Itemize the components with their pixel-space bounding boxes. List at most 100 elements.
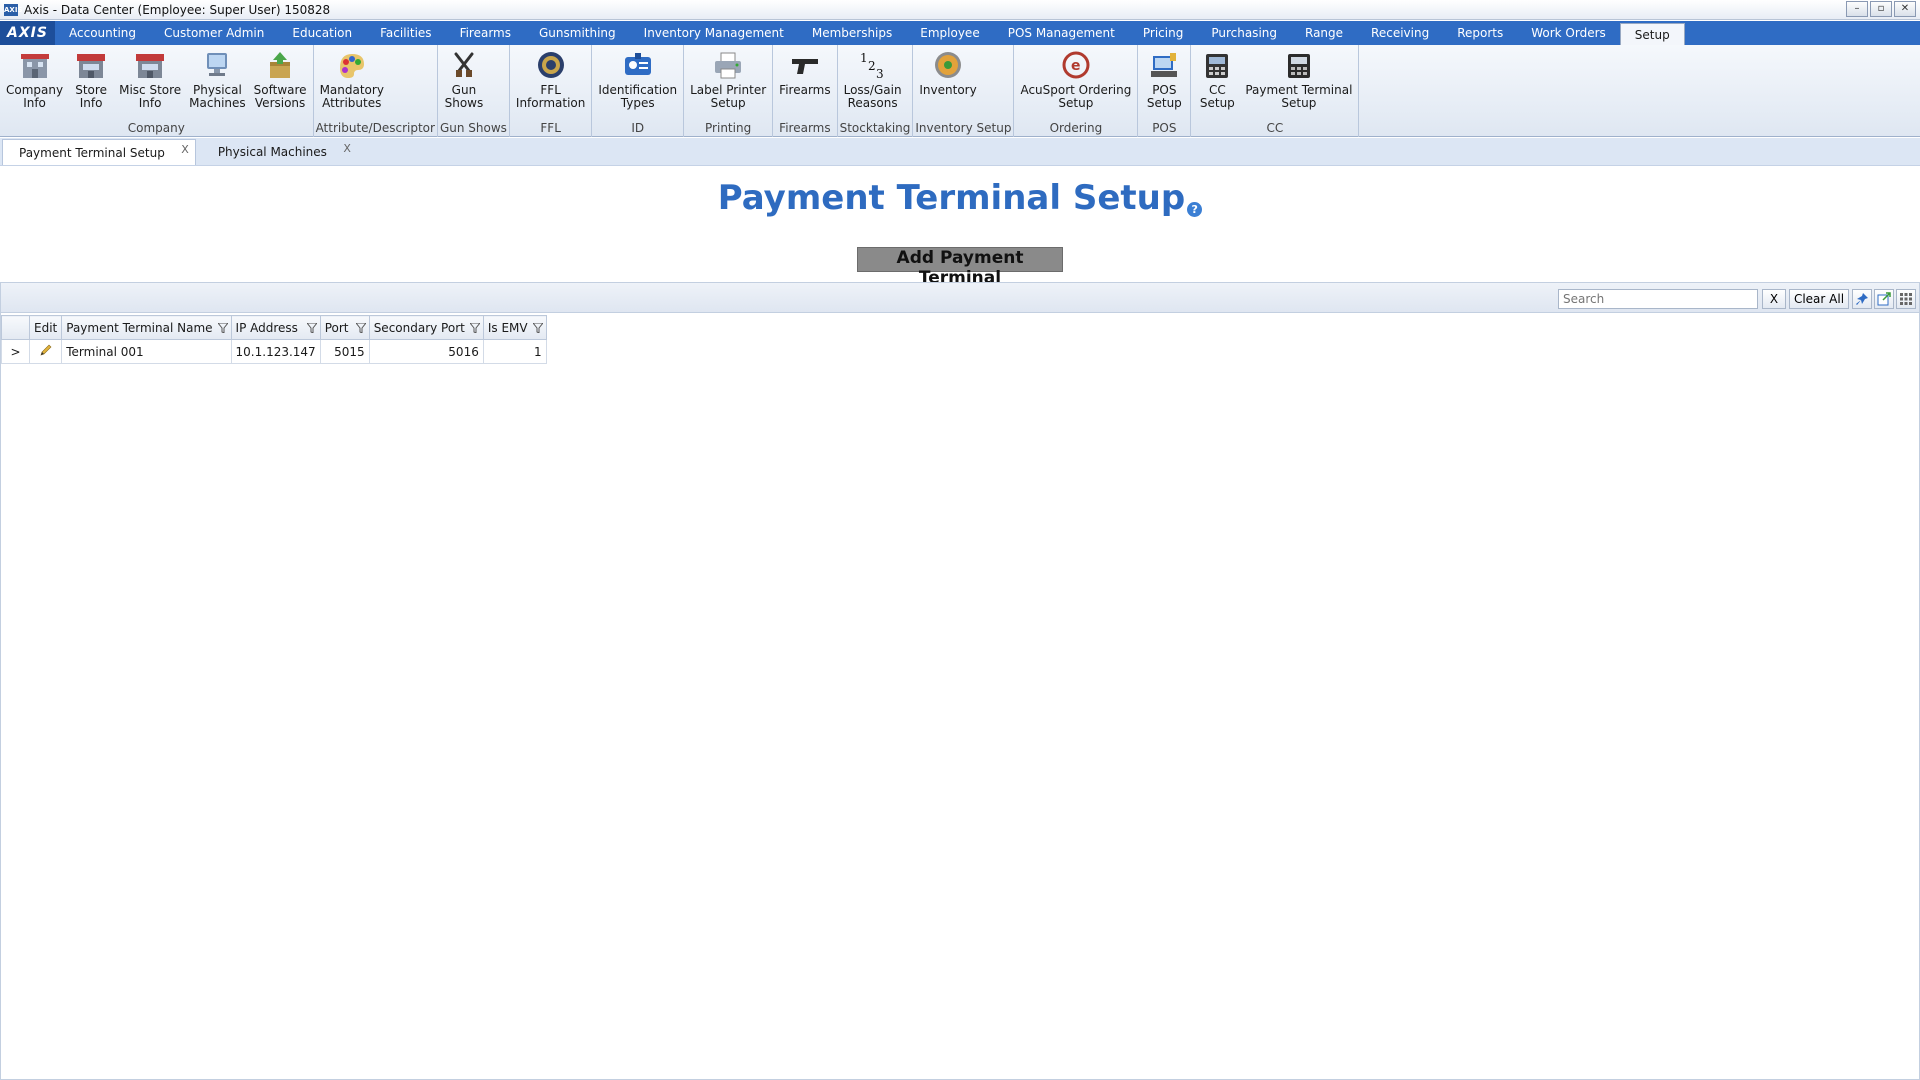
column-header-name[interactable]: Payment Terminal Name (61, 315, 232, 340)
group-label-pos: POS (1152, 121, 1177, 135)
ribbon-group-ordering: e AcuSport Ordering Setup Ordering (1014, 45, 1139, 137)
page-header: Payment Terminal Setup? (0, 178, 1920, 218)
page-title: Payment Terminal Setup (717, 178, 1186, 218)
menu-range[interactable]: Range (1291, 21, 1357, 45)
menu-education[interactable]: Education (278, 21, 366, 45)
menu-setup[interactable]: Setup (1619, 23, 1685, 45)
clear-search-button[interactable]: X (1762, 289, 1786, 309)
acusport-logo-icon: e (1059, 49, 1093, 81)
column-header-edit[interactable]: Edit (28, 315, 63, 340)
menu-facilities[interactable]: Facilities (366, 21, 445, 45)
identification-types-button[interactable]: Identification Types (594, 45, 681, 121)
menu-pricing[interactable]: Pricing (1129, 21, 1197, 45)
inventory-button[interactable]: Inventory (915, 45, 980, 121)
menu-memberships[interactable]: Memberships (798, 21, 906, 45)
ribbon-group-inventory-setup: Inventory Inventory Setup (913, 45, 1015, 137)
filter-icon[interactable] (468, 322, 481, 336)
menu-reports[interactable]: Reports (1443, 21, 1517, 45)
label-printer-setup-label: Label Printer Setup (690, 83, 767, 110)
maximize-button[interactable]: ▫ (1870, 1, 1892, 17)
group-label-firearms: Firearms (779, 121, 831, 135)
menu-firearms[interactable]: Firearms (446, 21, 525, 45)
computer-icon (200, 49, 234, 81)
edit-cell[interactable] (28, 339, 63, 364)
tab-physical-machines[interactable]: Physical Machines X (202, 139, 357, 165)
row-expander[interactable]: > (1, 339, 30, 364)
cc-setup-label: CC Setup (1199, 83, 1235, 110)
pin-icon[interactable] (1852, 289, 1872, 309)
title-bar: AXIS Axis - Data Center (Employee: Super… (0, 0, 1920, 20)
misc-store-info-button[interactable]: Misc Store Info (115, 45, 185, 121)
column-header-ip-address[interactable]: IP Address (230, 315, 321, 340)
column-header-label: Port (324, 320, 349, 335)
close-window-button[interactable]: ✕ (1894, 1, 1916, 17)
search-input[interactable] (1558, 289, 1758, 309)
menu-inventory-management[interactable]: Inventory Management (630, 21, 798, 45)
close-tab-icon[interactable]: X (181, 143, 189, 156)
filter-icon[interactable] (216, 322, 229, 336)
crossed-pistols-icon (447, 49, 481, 81)
help-icon[interactable]: ? (1187, 202, 1203, 217)
column-header-secondary-port[interactable]: Secondary Port (368, 315, 484, 340)
menu-pos-management[interactable]: POS Management (994, 21, 1129, 45)
ribbon-group-attribute: Mandatory Attributes Attribute/Descripto… (314, 45, 438, 137)
cell-is-emv: 1 (482, 339, 547, 364)
card-reader-icon (1200, 49, 1234, 81)
ribbon-group-company: Company Info Store Info Misc Store Info … (0, 45, 314, 137)
grid-toolbar: X Clear All (1, 283, 1919, 313)
tab-label: Physical Machines (217, 145, 327, 159)
seal-icon (534, 49, 568, 81)
software-versions-label: Software Versions (253, 83, 307, 110)
clear-all-button[interactable]: Clear All (1789, 289, 1849, 309)
building-icon (18, 49, 52, 81)
loss-gain-reasons-button[interactable]: 123 Loss/Gain Reasons (840, 45, 906, 121)
ffl-information-button[interactable]: FFL Information (512, 45, 589, 121)
export-icon[interactable] (1874, 289, 1894, 309)
minimize-button[interactable]: – (1846, 1, 1868, 17)
menu-receiving[interactable]: Receiving (1357, 21, 1443, 45)
id-card-icon (621, 49, 655, 81)
column-header-is-emv[interactable]: Is EMV (482, 315, 547, 340)
column-chooser-icon[interactable] (1896, 289, 1916, 309)
menu-accounting[interactable]: Accounting (55, 21, 150, 45)
ribbon-group-gun-shows: Gun Shows Gun Shows (438, 45, 510, 137)
ribbon-group-cc: CC Setup Payment Terminal Setup CC (1191, 45, 1360, 137)
store-info-button[interactable]: Store Info (67, 45, 115, 121)
software-box-icon (263, 49, 297, 81)
pos-setup-label: POS Setup (1146, 83, 1182, 110)
software-versions-button[interactable]: Software Versions (250, 45, 311, 121)
window-title: Axis - Data Center (Employee: Super User… (24, 2, 331, 17)
mandatory-attributes-button[interactable]: Mandatory Attributes (316, 45, 388, 121)
menu-customer-admin[interactable]: Customer Admin (150, 21, 278, 45)
add-payment-terminal-button[interactable]: Add Payment Terminal (857, 247, 1063, 288)
cc-setup-button[interactable]: CC Setup (1193, 45, 1241, 121)
pencil-icon[interactable] (39, 344, 53, 360)
menu-purchasing[interactable]: Purchasing (1197, 21, 1291, 45)
firearms-button[interactable]: Firearms (775, 45, 834, 121)
company-info-button[interactable]: Company Info (2, 45, 67, 121)
svg-text:2: 2 (868, 59, 876, 73)
payment-terminal-setup-button[interactable]: Payment Terminal Setup (1241, 45, 1356, 121)
group-label-inventory-setup: Inventory Setup (915, 121, 1012, 135)
inventory-label: Inventory (919, 83, 977, 97)
payment-terminals-grid: X Clear All Edit Payment Terminal Name I… (0, 282, 1920, 1080)
group-label-attribute: Attribute/Descriptor (315, 121, 435, 135)
menu-employee[interactable]: Employee (906, 21, 993, 45)
menu-work-orders[interactable]: Work Orders (1517, 21, 1620, 45)
filter-icon[interactable] (354, 322, 367, 336)
filter-icon[interactable] (531, 322, 544, 336)
filter-icon[interactable] (305, 322, 318, 336)
physical-machines-button[interactable]: Physical Machines (185, 45, 249, 121)
setup-ribbon: Company Info Store Info Misc Store Info … (0, 45, 1920, 137)
column-header-port[interactable]: Port (319, 315, 370, 340)
label-printer-setup-button[interactable]: Label Printer Setup (686, 45, 770, 121)
window-controls: – ▫ ✕ (1846, 1, 1916, 17)
group-label-printing: Printing (705, 121, 752, 135)
pos-setup-button[interactable]: POS Setup (1140, 45, 1188, 121)
table-row[interactable]: > Terminal 001 10.1.123.147 5015 5016 1 (1, 339, 547, 364)
close-tab-icon[interactable]: X (343, 142, 351, 155)
menu-gunsmithing[interactable]: Gunsmithing (525, 21, 630, 45)
gun-shows-button[interactable]: Gun Shows (440, 45, 488, 121)
tab-payment-terminal-setup[interactable]: Payment Terminal Setup X (2, 139, 196, 165)
acusport-ordering-setup-button[interactable]: e AcuSport Ordering Setup (1016, 45, 1135, 121)
